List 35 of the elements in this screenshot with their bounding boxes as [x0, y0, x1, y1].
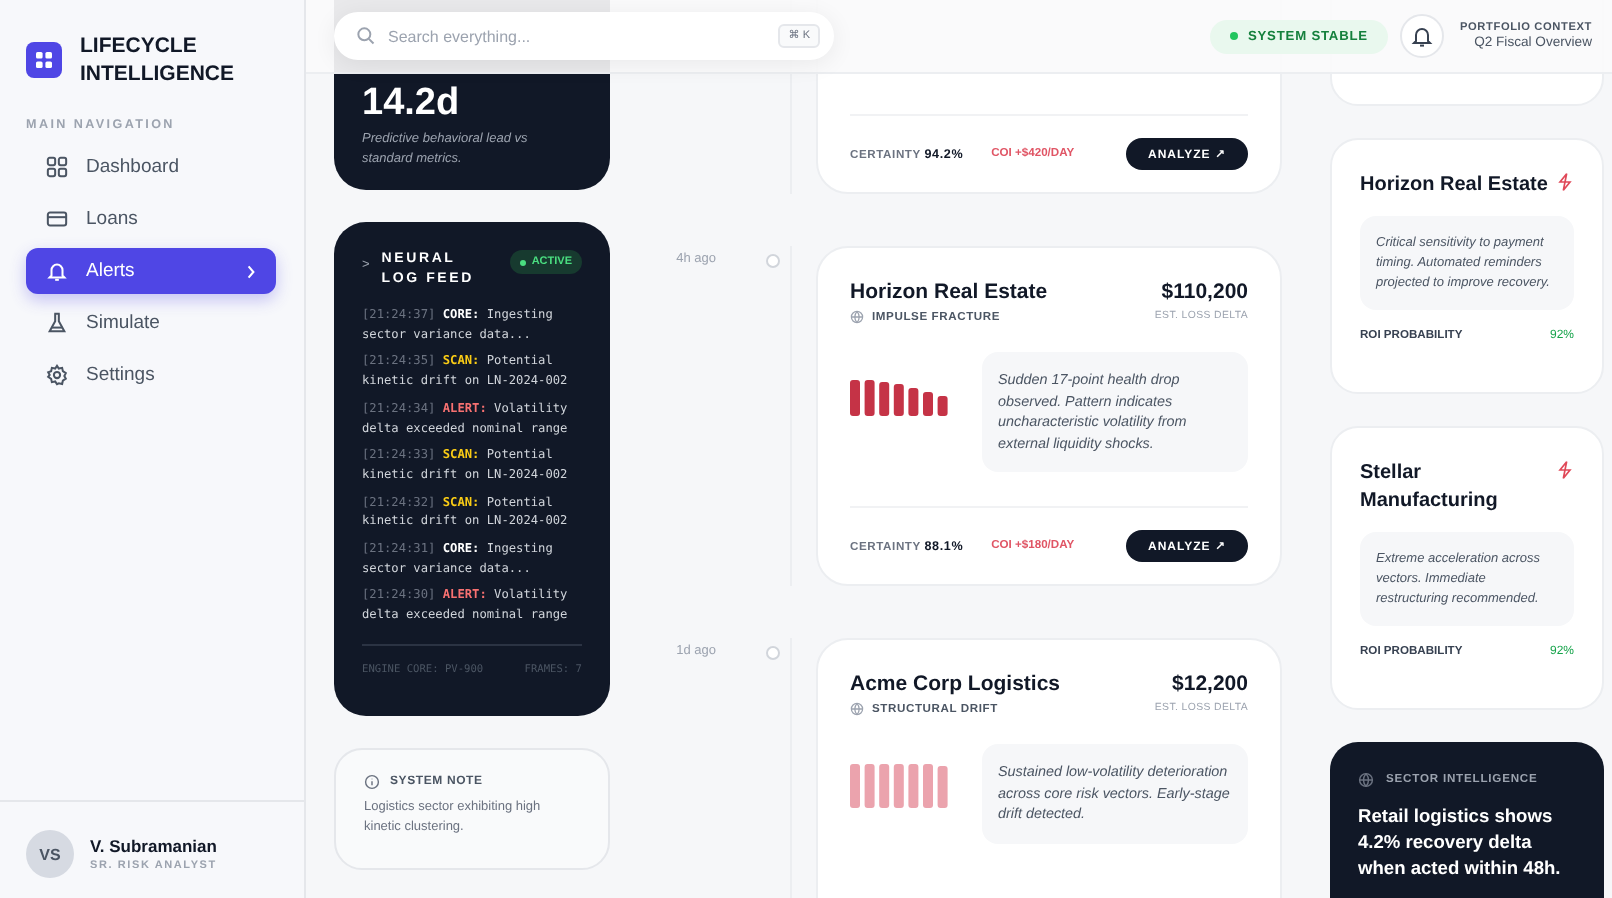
card-icon [46, 208, 68, 230]
bell-icon [1409, 24, 1434, 48]
user-name: V. Subramanian [90, 836, 217, 856]
notifications-button[interactable] [1399, 14, 1444, 58]
lead-value: 14.2d [362, 82, 462, 126]
timeline-dot [766, 646, 780, 660]
company-name: Horizon Real Estate [850, 280, 1048, 304]
avatar: VS [26, 830, 74, 878]
flask-icon [46, 312, 68, 334]
nav-item[interactable]: Simulate [26, 300, 276, 346]
bar-sparkline [850, 764, 954, 808]
zigzag-icon [1556, 172, 1574, 192]
loss-amount: $110,200 [1161, 280, 1248, 304]
zigzag-icon [1556, 460, 1574, 480]
sector-text: Retail logistics shows 4.2% recovery delta when acted within 48h. [1358, 804, 1563, 882]
globe-icon [1358, 772, 1374, 788]
globe-icon [850, 702, 864, 716]
grid-icon [46, 156, 68, 178]
company-name: Horizon Real Estate [1360, 172, 1548, 200]
loss-amount: $12,200 [1172, 672, 1248, 696]
bell-icon [46, 260, 68, 282]
timeline-dot [766, 254, 780, 268]
settings-icon [46, 364, 68, 386]
logo-icon [26, 42, 62, 78]
chevron-icon [246, 263, 256, 279]
info-icon [364, 774, 380, 790]
search-icon [356, 26, 376, 46]
nav-item[interactable]: Alerts [26, 248, 276, 294]
company-name: Stellar Manufacturing [1360, 460, 1500, 516]
company-name: Acme Corp Logistics [850, 672, 1061, 696]
globe-icon [850, 310, 864, 324]
nav-item[interactable]: Settings [26, 352, 276, 398]
app-title: LIFECYCLE INTELLIGENCE [80, 32, 237, 88]
nav-item[interactable]: Loans [26, 196, 276, 242]
nav-item[interactable]: Dashboard [26, 144, 276, 190]
